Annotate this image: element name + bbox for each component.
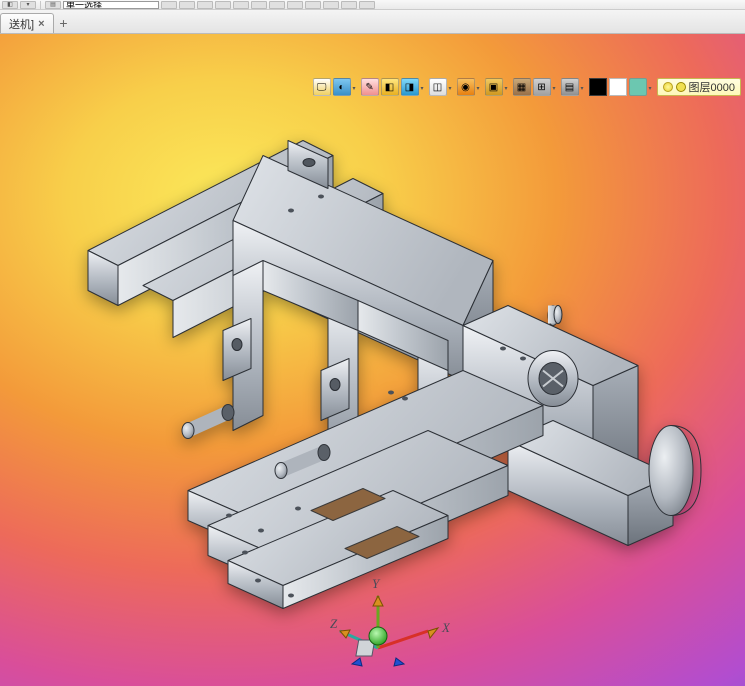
shade-dropdown[interactable]: ▤ xyxy=(561,78,579,96)
main-toolbar: ◧ ▾ ▤ 单一选择 xyxy=(0,0,745,10)
tool-btn-g[interactable] xyxy=(269,1,285,9)
selection-mode-value: 单一选择 xyxy=(66,1,102,9)
document-tab-label: 送机] xyxy=(9,16,34,32)
box-yellow-icon[interactable]: ◧ xyxy=(381,78,399,96)
view-toolbar: 🖵 ◐ ✎ ◧ ◨ ◫ ◉ ▣ ▦ ⊞ ▤ 图层0000 xyxy=(0,75,745,99)
tool-cube-icon[interactable]: ◧ xyxy=(2,1,18,9)
tool-page-icon[interactable]: ▤ xyxy=(45,1,61,9)
tool-btn-f[interactable] xyxy=(251,1,267,9)
color-swatch-black[interactable] xyxy=(589,78,607,96)
tool-btn-j[interactable] xyxy=(323,1,339,9)
tool-btn-l[interactable] xyxy=(359,1,375,9)
tool-btn-b[interactable] xyxy=(179,1,195,9)
add-tab-button[interactable]: + xyxy=(54,13,74,33)
axis-z-label: Z xyxy=(330,616,338,631)
cube-white-dropdown[interactable]: ◫ xyxy=(429,78,447,96)
layer-label: 图层0000 xyxy=(689,79,735,95)
document-tab-strip: 送机] × + xyxy=(0,10,745,34)
tool-dropdown-1[interactable]: ▾ xyxy=(20,1,36,9)
close-tab-icon[interactable]: × xyxy=(38,18,44,30)
frame-dropdown[interactable]: ▣ xyxy=(485,78,503,96)
highlighter-icon[interactable]: ✎ xyxy=(361,78,379,96)
sphere-orange-dropdown[interactable]: ◉ xyxy=(457,78,475,96)
tool-btn-d[interactable] xyxy=(215,1,231,9)
tool-btn-h[interactable] xyxy=(287,1,303,9)
plus-icon: + xyxy=(59,15,67,31)
tool-btn-a[interactable] xyxy=(161,1,177,9)
lightbulb-icon xyxy=(663,82,673,92)
tool-btn-i[interactable] xyxy=(305,1,321,9)
viewport-3d[interactable]: 🖵 ◐ ✎ ◧ ◨ ◫ ◉ ▣ ▦ ⊞ ▤ 图层0000 xyxy=(0,34,745,686)
section-icon[interactable]: ▦ xyxy=(513,78,531,96)
tool-btn-k[interactable] xyxy=(341,1,357,9)
selection-mode-select[interactable]: 单一选择 xyxy=(63,1,159,9)
cad-model xyxy=(33,80,713,613)
screen-icon[interactable]: 🖵 xyxy=(313,78,331,96)
cube-blue-dropdown[interactable]: ◨ xyxy=(401,78,419,96)
document-tab-active[interactable]: 送机] × xyxy=(0,13,54,33)
axis-x-label: X xyxy=(441,620,450,635)
color-swatch-white[interactable] xyxy=(609,78,627,96)
visibility-dropdown[interactable]: ◐ xyxy=(333,78,351,96)
grid-dropdown[interactable]: ⊞ xyxy=(533,78,551,96)
layer-selector[interactable]: 图层0000 xyxy=(657,78,741,96)
tool-btn-c[interactable] xyxy=(197,1,213,9)
color-swatch-teal-dropdown[interactable] xyxy=(629,78,647,96)
layer-color-icon xyxy=(676,82,686,92)
tool-btn-e[interactable] xyxy=(233,1,249,9)
toolbar-separator xyxy=(40,1,41,9)
